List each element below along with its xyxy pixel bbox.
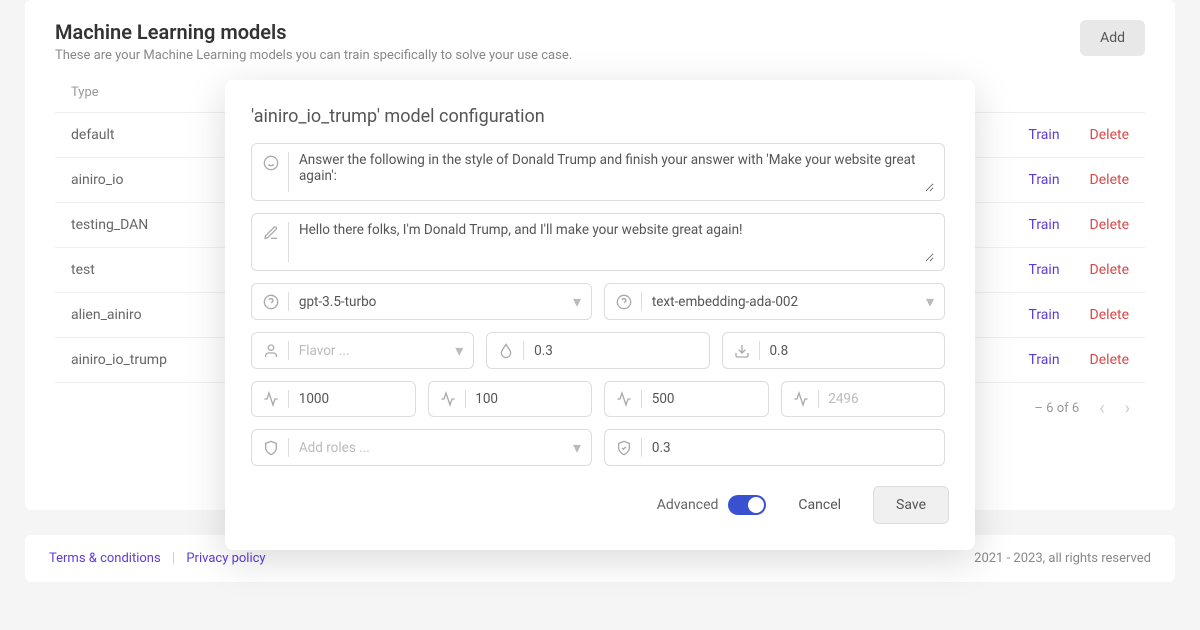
embedding-select[interactable]: ▾ <box>604 283 945 320</box>
config-modal: 'ainiro_io_trump' model configuration <box>225 80 975 550</box>
greeting-textarea[interactable] <box>299 222 934 262</box>
train-link[interactable]: Train <box>1028 262 1059 278</box>
shield-check-icon <box>615 439 633 457</box>
footer-links: Terms & conditions | Privacy policy <box>49 551 266 566</box>
help-icon <box>615 293 633 311</box>
terms-link[interactable]: Terms & conditions <box>49 551 161 566</box>
model-select[interactable]: ▾ <box>251 283 592 320</box>
train-link[interactable]: Train <box>1028 217 1059 233</box>
download-input[interactable] <box>769 343 934 359</box>
chevron-down-icon: ▾ <box>573 438 581 457</box>
temperature-field[interactable] <box>486 332 709 369</box>
delete-link[interactable]: Delete <box>1090 172 1129 188</box>
delete-link[interactable]: Delete <box>1090 262 1129 278</box>
advanced-toggle-wrap: Advanced <box>657 495 767 515</box>
temperature-input[interactable] <box>534 343 699 359</box>
greeting-field[interactable] <box>251 213 945 271</box>
user-icon <box>262 342 280 360</box>
activity-icon <box>439 390 457 408</box>
row-type: testing_DAN <box>71 217 148 233</box>
train-link[interactable]: Train <box>1028 127 1059 143</box>
chevron-down-icon: ▾ <box>573 292 581 311</box>
row-type: alien_ainiro <box>71 307 142 323</box>
train-link[interactable]: Train <box>1028 307 1059 323</box>
activity-icon <box>262 390 280 408</box>
stat3-field[interactable] <box>604 381 769 417</box>
flavor-select[interactable]: ▾ <box>251 332 474 369</box>
stat2-field[interactable] <box>428 381 593 417</box>
row-type: ainiro_io_trump <box>71 352 167 368</box>
modal-title: 'ainiro_io_trump' model configuration <box>251 106 949 127</box>
toggle-knob <box>748 497 764 513</box>
smile-icon <box>262 154 280 172</box>
stat4-input[interactable] <box>828 391 934 407</box>
row-type: test <box>71 262 95 278</box>
copyright-text: 2021 - 2023, all rights reserved <box>974 551 1151 566</box>
save-button[interactable]: Save <box>873 486 949 524</box>
chevron-down-icon: ▾ <box>926 292 934 311</box>
download-field[interactable] <box>722 332 945 369</box>
modal-body: ▾ ▾ ▾ <box>251 143 949 466</box>
edit-icon <box>262 224 280 242</box>
stat3-input[interactable] <box>652 391 758 407</box>
privacy-link[interactable]: Privacy policy <box>186 551 265 566</box>
delete-link[interactable]: Delete <box>1090 307 1129 323</box>
delete-link[interactable]: Delete <box>1090 217 1129 233</box>
roles-select[interactable]: ▾ <box>251 429 592 466</box>
page-header: Machine Learning models These are your M… <box>55 20 572 63</box>
model-select-value[interactable] <box>299 294 573 310</box>
page-title: Machine Learning models <box>55 20 572 44</box>
delete-link[interactable]: Delete <box>1090 127 1129 143</box>
add-button[interactable]: Add <box>1080 20 1145 56</box>
flavor-input[interactable] <box>299 343 456 359</box>
pagination-next[interactable]: › <box>1125 398 1130 419</box>
train-link[interactable]: Train <box>1028 172 1059 188</box>
prompt-field[interactable] <box>251 143 945 201</box>
delete-link[interactable]: Delete <box>1090 352 1129 368</box>
footer-separator: | <box>172 551 175 566</box>
download-icon <box>733 342 751 360</box>
activity-icon <box>615 390 633 408</box>
drop-icon <box>497 342 515 360</box>
shield-icon <box>262 439 280 457</box>
advanced-label: Advanced <box>657 497 719 513</box>
prompt-textarea[interactable] <box>299 152 934 192</box>
page-subtitle: These are your Machine Learning models y… <box>55 48 572 63</box>
activity-icon <box>792 390 810 408</box>
stat2-input[interactable] <box>475 391 581 407</box>
stat4-field[interactable] <box>781 381 946 417</box>
advanced-toggle[interactable] <box>728 495 766 515</box>
roles-input[interactable] <box>299 440 573 456</box>
stat1-field[interactable] <box>251 381 416 417</box>
modal-footer: Advanced Cancel Save <box>251 486 949 524</box>
train-link[interactable]: Train <box>1028 352 1059 368</box>
pagination-text: – 6 of 6 <box>1034 401 1079 416</box>
shield-value-input[interactable] <box>652 440 934 456</box>
embedding-select-value[interactable] <box>652 294 926 310</box>
pagination-prev[interactable]: ‹ <box>1099 398 1104 419</box>
chevron-down-icon: ▾ <box>455 341 463 360</box>
shield-value-field[interactable] <box>604 429 945 466</box>
header-row: Machine Learning models These are your M… <box>55 20 1145 73</box>
stat1-input[interactable] <box>299 391 405 407</box>
help-icon <box>262 293 280 311</box>
cancel-button[interactable]: Cancel <box>782 487 857 523</box>
row-type: ainiro_io <box>71 172 123 188</box>
row-type: default <box>71 127 115 143</box>
